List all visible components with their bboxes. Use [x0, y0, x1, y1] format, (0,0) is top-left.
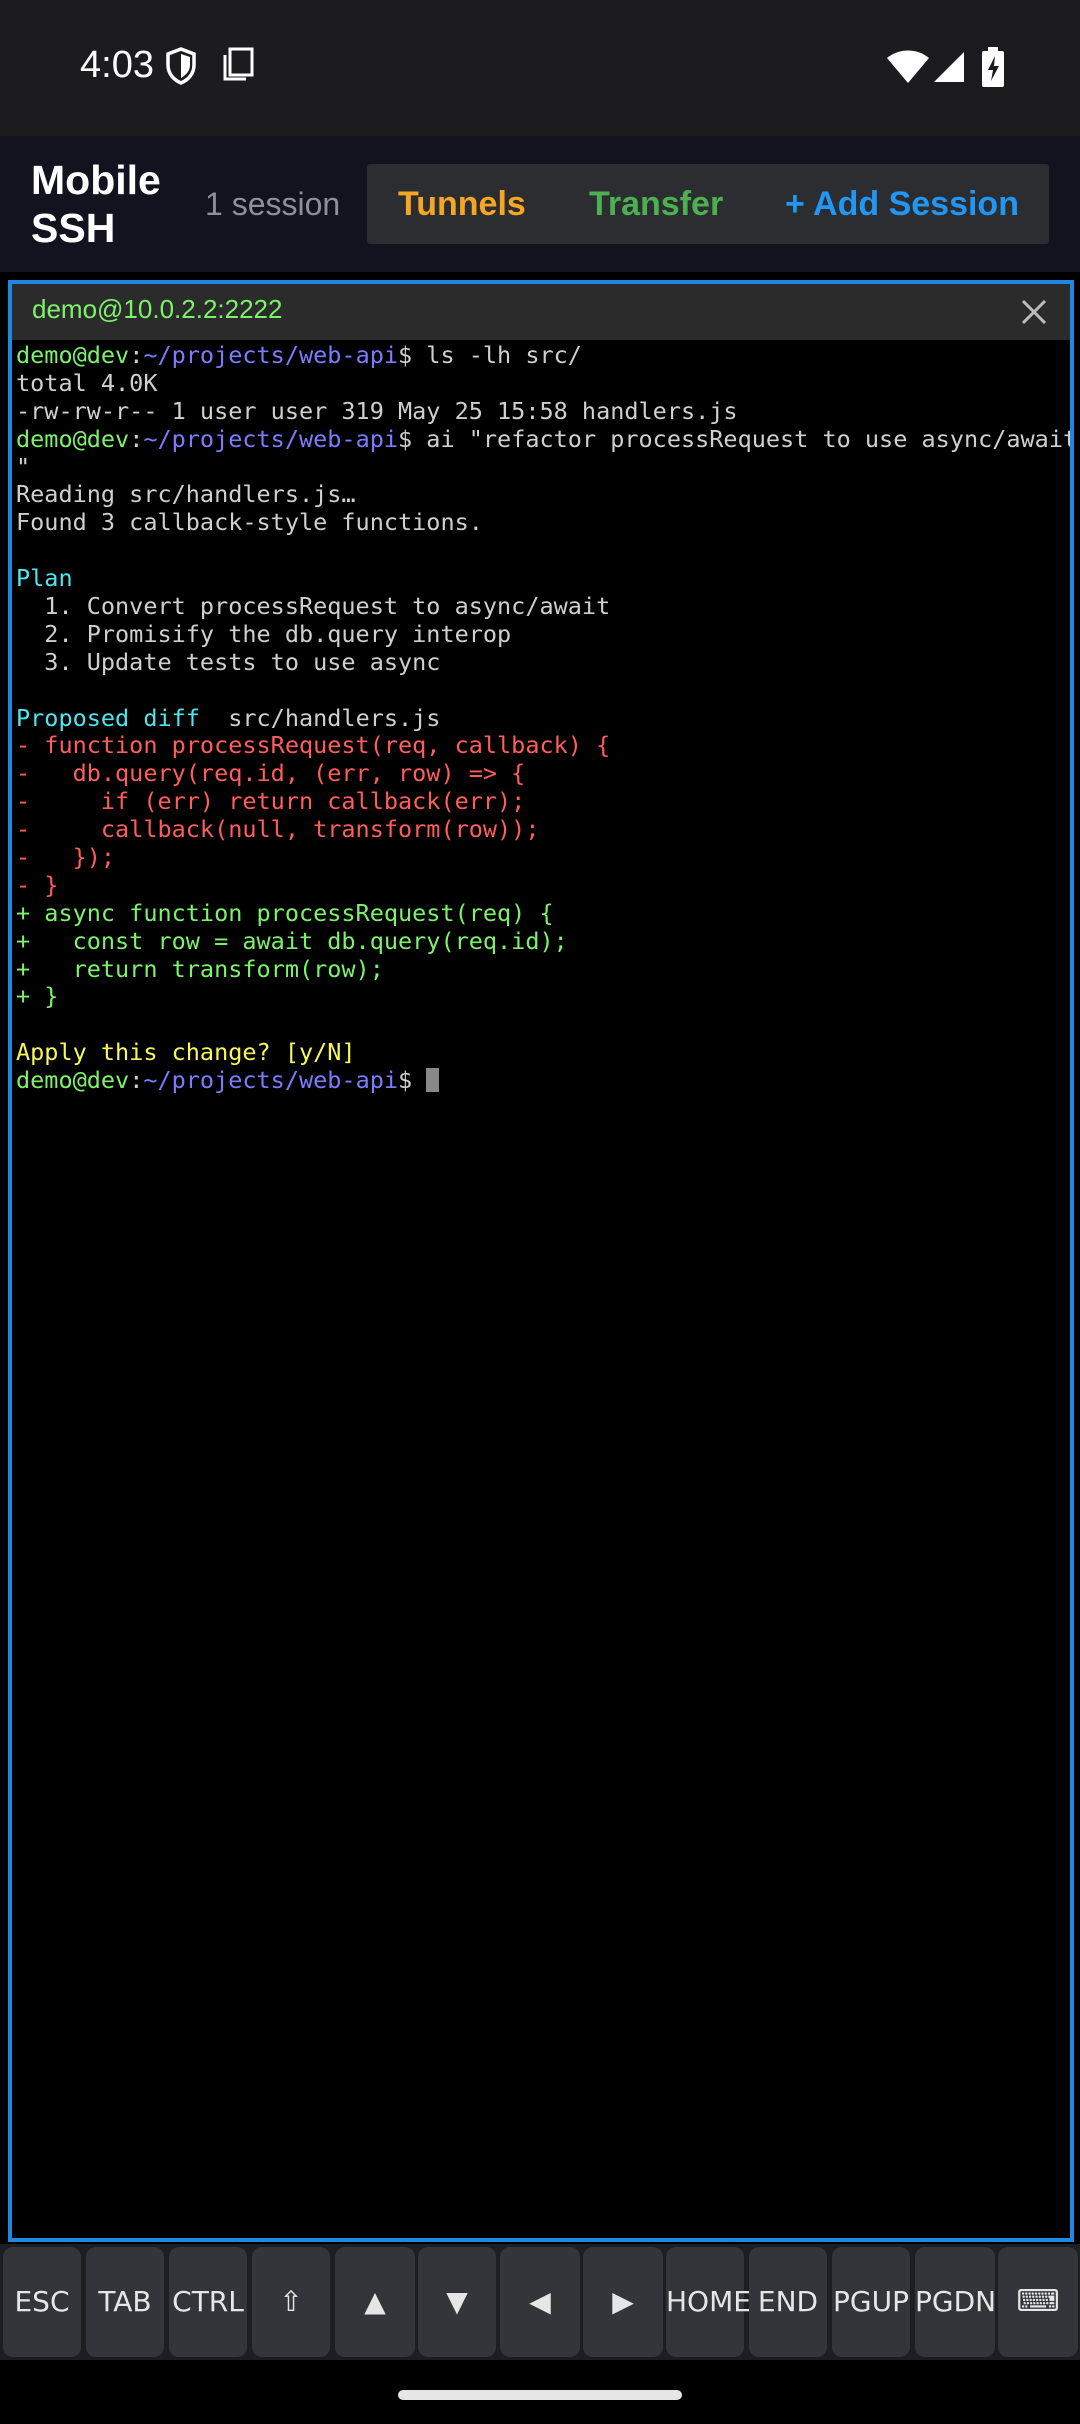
keyboard-toggle-key[interactable]: ⌨ — [998, 2247, 1078, 2357]
end-key[interactable]: END — [749, 2247, 827, 2357]
terminal-line: Plan — [16, 564, 1070, 593]
terminal-text: Plan — [16, 564, 73, 593]
app-header: Mobile SSH 1 session Tunnels Transfer + … — [0, 136, 1080, 272]
terminal-text: ~/projects/web-api — [143, 342, 399, 369]
terminal-text: Apply this change? [y/N] — [16, 1038, 356, 1067]
terminal-text: total 4.0K — [16, 368, 158, 397]
session-panel: demo@10.0.2.2:2222 demo@dev:~/projects/w… — [8, 280, 1074, 2242]
close-icon[interactable] — [1018, 296, 1050, 328]
terminal-text: $ — [398, 1066, 427, 1095]
terminal-text: - }); — [16, 843, 116, 872]
terminal-line: Reading src/handlers.js… — [16, 481, 1070, 509]
terminal-text: Found 3 callback-style functions. — [16, 508, 483, 537]
tunnels-button[interactable]: Tunnels — [398, 164, 526, 244]
arrow-left-key[interactable]: ◀ — [500, 2247, 580, 2357]
terminal-text: : — [129, 342, 144, 369]
terminal-line: demo@dev:~/projects/web-api$ — [16, 1066, 1070, 1095]
navigation-bar — [0, 2360, 1080, 2424]
app-title-line2: SSH — [31, 205, 116, 251]
terminal-text: Proposed diff — [16, 703, 200, 732]
terminal-line: Proposed diff src/handlers.js — [16, 703, 1070, 733]
terminal-line: + async function processRequest(req) { — [16, 898, 1070, 928]
terminal-output[interactable]: demo@dev:~/projects/web-api$ ls -lh src/… — [16, 342, 1070, 2234]
terminal-text: - function processRequest(req, callback)… — [16, 731, 611, 760]
arrow-down-key[interactable]: ▼ — [418, 2247, 496, 2357]
terminal-text: 2. Promisify the db.query interop — [16, 619, 512, 648]
cellular-signal-icon — [934, 52, 964, 82]
terminal-line: 1. Convert processRequest to async/await — [16, 592, 1070, 621]
terminal-line: - } — [16, 870, 1070, 900]
terminal-text: ~/projects/web-api — [143, 424, 399, 453]
terminal-text: ~/projects/web-api — [143, 1066, 399, 1095]
terminal-line: - db.query(req.id, (err, row) => { — [16, 759, 1070, 788]
home-gesture-pill[interactable] — [398, 2390, 682, 2400]
tab-key[interactable]: TAB — [86, 2247, 164, 2357]
terminal-line: + } — [16, 983, 1070, 1011]
page-up-key[interactable]: PGUP — [832, 2247, 910, 2357]
terminal-line: - if (err) return callback(err); — [16, 787, 1070, 816]
esc-key[interactable]: ESC — [3, 2247, 81, 2357]
terminal-line: - function processRequest(req, callback)… — [16, 732, 1070, 760]
extra-keys-bar: ESC TAB CTRL ⇧ ▲ ▼ ◀ ▶ HOME END PGUP PGDN ⌨ — [0, 2244, 1080, 2360]
terminal-line: Found 3 callback-style functions. — [16, 508, 1070, 537]
screenshot-icon — [223, 47, 254, 81]
arrow-up-key[interactable]: ▲ — [335, 2247, 415, 2357]
terminal-text: - if (err) return callback(err); — [16, 787, 526, 816]
terminal-text: : — [129, 424, 144, 453]
terminal-text: " — [16, 452, 31, 481]
home-key[interactable]: HOME — [666, 2247, 751, 2357]
terminal-text: demo@dev — [16, 424, 130, 453]
terminal-text: $ ls -lh src/ — [398, 342, 582, 369]
terminal-line: 2. Promisify the db.query interop — [16, 619, 1070, 649]
terminal-text: + return transform(row); — [16, 954, 384, 983]
terminal-line: -rw-rw-r-- 1 user user 319 May 25 15:58 … — [16, 396, 1070, 426]
ctrl-key[interactable]: CTRL — [169, 2247, 247, 2357]
session-count: 1 session — [205, 186, 341, 222]
shield-icon — [166, 47, 196, 85]
terminal-line: - }); — [16, 843, 1070, 872]
terminal-text: : — [129, 1066, 144, 1095]
terminal-text: $ ai "refactor processRequest to use asy… — [398, 424, 1070, 453]
status-time: 4:03 — [80, 44, 154, 86]
terminal-text: - callback(null, transform(row)); — [16, 815, 540, 844]
header-actions: Tunnels Transfer + Add Session — [367, 164, 1049, 244]
terminal-line: Apply this change? [y/N] — [16, 1038, 1070, 1067]
page-down-key[interactable]: PGDN — [915, 2247, 996, 2357]
session-tab-title: demo@10.0.2.2:2222 — [32, 294, 283, 324]
terminal-text: demo@dev — [16, 342, 130, 369]
terminal-line: + return transform(row); — [16, 954, 1070, 984]
battery-charging-icon — [982, 47, 1004, 87]
terminal-line: " — [16, 452, 1070, 482]
terminal-text: src/handlers.js — [199, 703, 441, 732]
session-tab[interactable]: demo@10.0.2.2:2222 — [12, 284, 1070, 340]
terminal-cursor — [426, 1068, 440, 1093]
terminal-text: -rw-rw-r-- 1 user user 319 May 25 15:58 … — [16, 396, 738, 425]
terminal-text: + async function processRequest(req) { — [16, 898, 554, 927]
app-title-line1: Mobile — [31, 157, 161, 203]
terminal-text: - db.query(req.id, (err, row) => { — [16, 759, 526, 788]
terminal-line: demo@dev:~/projects/web-api$ ls -lh src/ — [16, 342, 1070, 370]
terminal-line: total 4.0K — [16, 368, 1070, 398]
transfer-button[interactable]: Transfer — [589, 164, 723, 244]
terminal-text: 1. Convert processRequest to async/await — [16, 592, 611, 621]
status-bar: 4:03 — [0, 0, 1080, 136]
terminal-line: demo@dev:~/projects/web-api$ ai "refacto… — [16, 424, 1070, 454]
wifi-icon — [887, 50, 929, 83]
terminal-line: - callback(null, transform(row)); — [16, 815, 1070, 844]
shift-key[interactable]: ⇧ — [252, 2247, 330, 2357]
terminal-text: Reading src/handlers.js… — [16, 480, 356, 509]
terminal-text: demo@dev — [16, 1066, 130, 1095]
terminal-line: 3. Update tests to use async — [16, 647, 1070, 677]
terminal-text: + } — [16, 982, 59, 1011]
add-session-button[interactable]: + Add Session — [785, 164, 1019, 244]
terminal-text: + const row = await db.query(req.id); — [16, 926, 568, 955]
app-title: Mobile SSH — [31, 156, 191, 252]
arrow-right-key[interactable]: ▶ — [583, 2247, 663, 2357]
terminal-line: + const row = await db.query(req.id); — [16, 926, 1070, 956]
terminal-text: 3. Update tests to use async — [16, 647, 441, 676]
terminal-text: - } — [16, 870, 59, 899]
